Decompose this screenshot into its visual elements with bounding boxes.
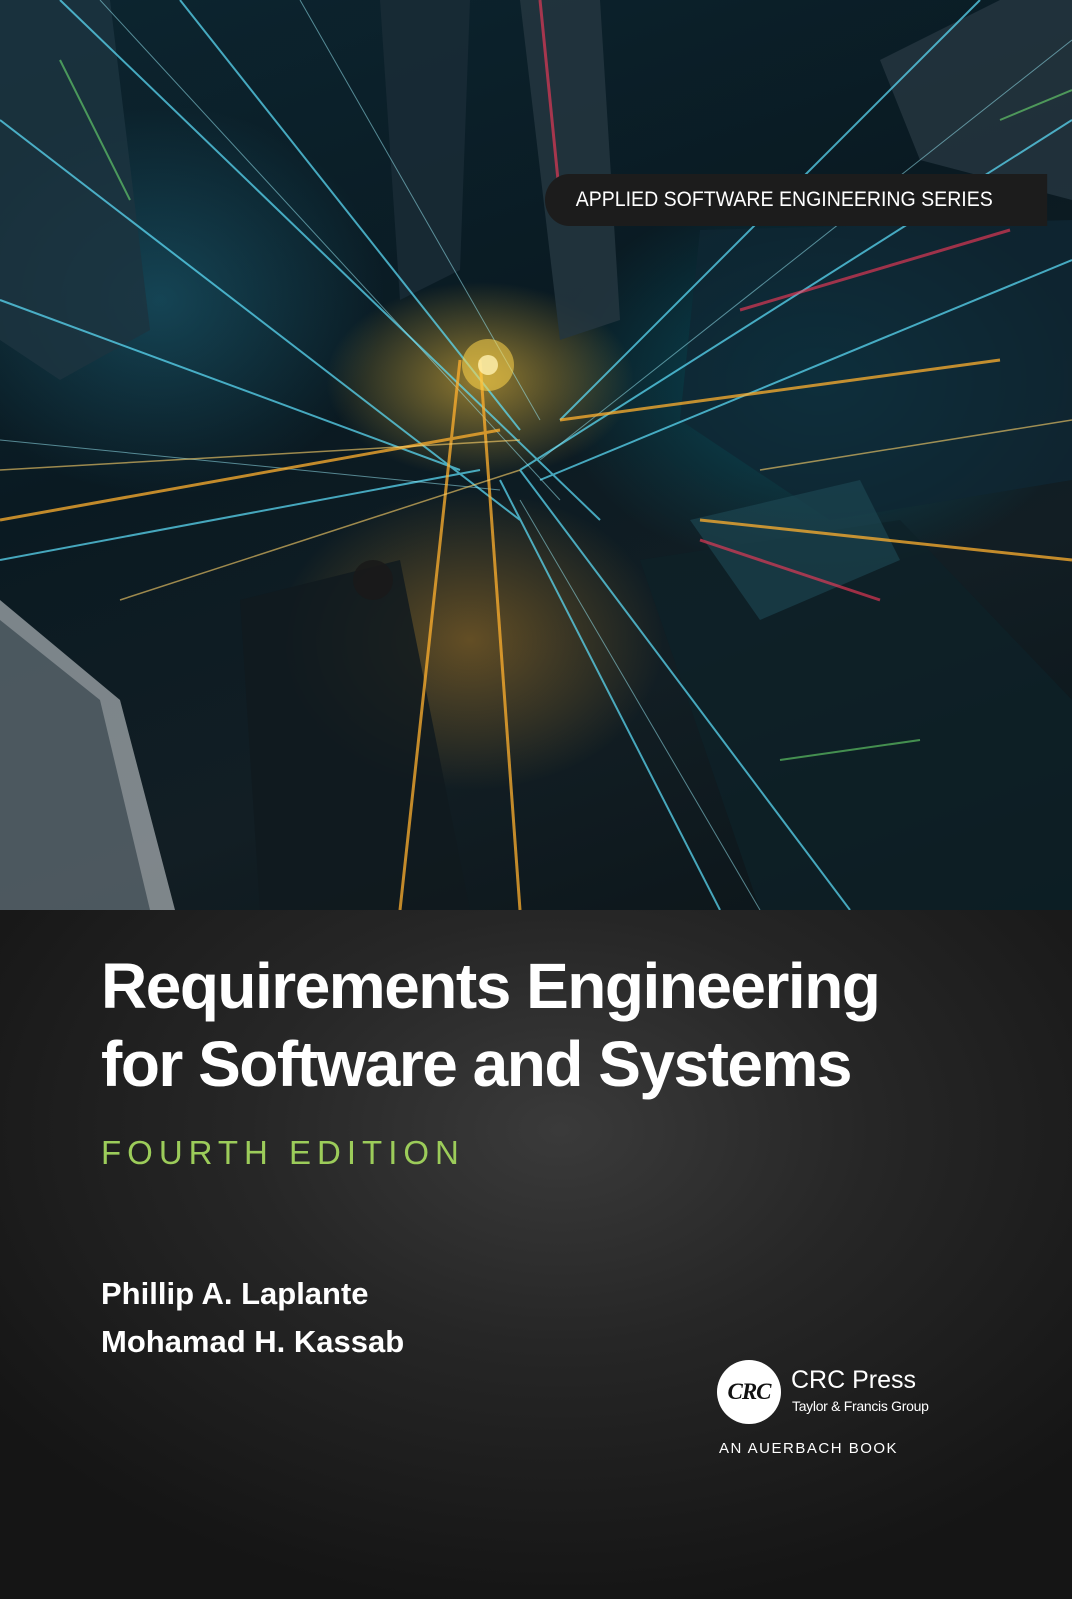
crc-logo-icon: CRC <box>717 1360 781 1424</box>
imprint-label: AN AUERBACH BOOK <box>719 1440 899 1457</box>
publisher-block: CRC CRC Press Taylor & Francis Group AN … <box>717 1360 957 1460</box>
book-title: Requirements Engineering for Software an… <box>101 947 881 1103</box>
book-title-line-1: Requirements Engineering <box>101 950 881 1022</box>
author-name: Mohamad H. Kassab <box>101 1324 405 1359</box>
cover-photo-city-aerial: APPLIED SOFTWARE ENGINEERING SERIES <box>0 0 1072 910</box>
publisher-group: Taylor & Francis Group <box>792 1398 929 1414</box>
edition-label: FOURTH EDITION <box>101 1134 465 1171</box>
crc-logo-text: CRC <box>727 1379 771 1404</box>
series-label: APPLIED SOFTWARE ENGINEERING SERIES <box>575 188 993 211</box>
series-banner: APPLIED SOFTWARE ENGINEERING SERIES <box>545 174 1048 226</box>
book-cover: APPLIED SOFTWARE ENGINEERING SERIES Requ… <box>0 0 1072 1599</box>
author-name: Phillip A. Laplante <box>101 1276 369 1311</box>
publisher-name: CRC Press <box>791 1366 917 1394</box>
book-title-line-2: for Software and Systems <box>101 1028 853 1100</box>
city-night-light-trails <box>0 0 1072 910</box>
